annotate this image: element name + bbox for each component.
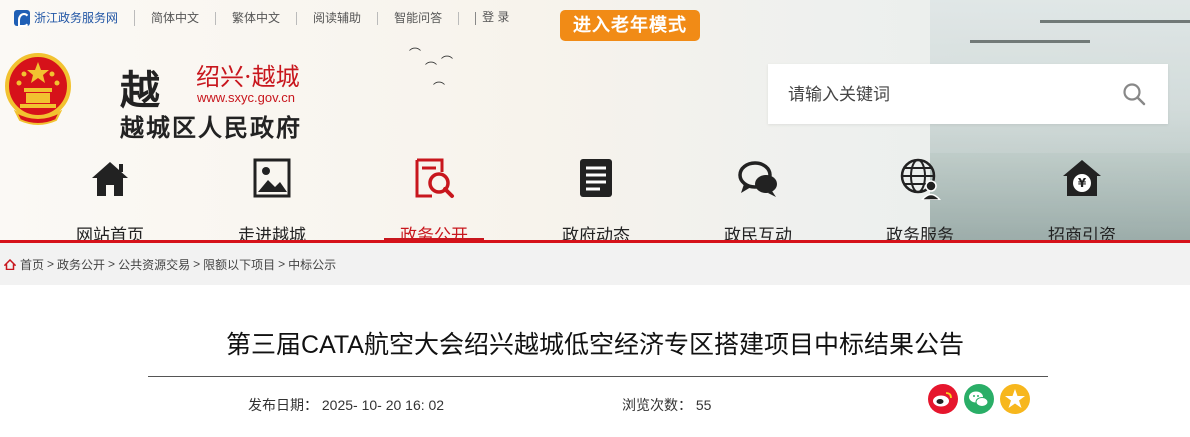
divider	[475, 11, 477, 25]
document-search-icon	[415, 158, 454, 198]
roof-line	[970, 40, 1090, 43]
main-nav: 网站首页 走进越城 政务公开 政府动态 政民互动 政务服务 ¥ 招商引资	[0, 150, 1190, 243]
wechat-icon	[964, 384, 994, 414]
roof-line	[1040, 20, 1190, 23]
views-value: 55	[695, 397, 712, 413]
nav-item-investment[interactable]: ¥ 招商引资	[1022, 150, 1142, 243]
nav-item-home[interactable]: 网站首页	[50, 150, 170, 243]
share-qzone-button[interactable]	[1000, 384, 1030, 414]
zj-link-label: 浙江政务服务网	[34, 10, 119, 25]
logo-title: 绍兴·越城	[196, 63, 300, 91]
globe-user-icon	[900, 158, 942, 201]
government-name: 越城区人民政府	[120, 115, 302, 142]
breadcrumb-home[interactable]: 首页	[20, 256, 44, 273]
title-divider	[148, 376, 1048, 377]
breadcrumb-separator: >	[47, 257, 55, 271]
search-box	[768, 64, 1168, 124]
news-icon	[580, 159, 612, 197]
national-emblem-icon	[5, 53, 71, 125]
share-weibo-button[interactable]	[928, 384, 958, 414]
breadcrumb-separator: >	[278, 257, 286, 271]
chat-icon	[738, 161, 777, 197]
nav-item-open-gov[interactable]: 政务公开	[374, 150, 494, 243]
home-small-icon	[4, 258, 16, 270]
publish-date: 发布日期： 2025- 10- 20 16: 02	[248, 395, 444, 415]
nav-item-news[interactable]: 政府动态	[536, 150, 656, 243]
breadcrumb-separator: >	[193, 257, 201, 271]
date-value: 2025- 10- 20 16: 02	[321, 397, 445, 413]
nav-item-about[interactable]: 走进越城	[212, 150, 332, 243]
zj-service-link[interactable]: 浙江政务服务网	[0, 10, 136, 27]
weibo-icon	[928, 384, 958, 414]
views-label: 浏览次数：	[622, 397, 692, 413]
birds-decoration: ⌒ ⌒ ⌒ ⌒	[409, 47, 454, 95]
login-label: 登 录	[482, 10, 510, 25]
elder-mode-button[interactable]: 进入老年模式	[560, 10, 700, 41]
nav-item-services[interactable]: 政务服务	[860, 150, 980, 243]
home-icon	[92, 162, 128, 196]
simplified-chinese-link[interactable]: 简体中文	[135, 11, 217, 25]
zj-logo-icon	[14, 10, 30, 27]
search-input[interactable]	[788, 82, 1108, 108]
picture-icon	[253, 158, 291, 198]
breadcrumb: 首页 > 政务公开 > 公共资源交易 > 限额以下项目 > 中标公示	[0, 243, 1190, 285]
view-count: 浏览次数： 55	[622, 395, 711, 415]
breadcrumb-open-gov[interactable]: 政务公开	[57, 256, 105, 273]
qzone-icon	[1000, 384, 1030, 414]
logo-url: www.sxyc.gov.cn	[197, 90, 296, 105]
site-header: 浙江政务服务网 简体中文 繁体中文 阅读辅助 智能问答 登 录 进入老年模式 越…	[0, 0, 1190, 243]
smart-qa-link[interactable]: 智能问答	[378, 11, 460, 25]
article-title: 第三届CATA航空大会绍兴越城低空经济专区搭建项目中标结果公告	[226, 331, 964, 359]
svg-text:¥: ¥	[1078, 176, 1087, 190]
date-label: 发布日期：	[248, 397, 318, 413]
breadcrumb-separator: >	[108, 257, 116, 271]
traditional-chinese-link[interactable]: 繁体中文	[216, 11, 298, 25]
breadcrumb-public-trading[interactable]: 公共资源交易	[118, 256, 190, 273]
reading-aid-link[interactable]: 阅读辅助	[297, 11, 379, 25]
share-wechat-button[interactable]	[964, 384, 994, 414]
yen-house-icon: ¥	[1063, 160, 1101, 196]
nav-item-interaction[interactable]: 政民互动	[698, 150, 818, 243]
search-icon[interactable]	[1122, 82, 1146, 106]
breadcrumb-bid-notice[interactable]: 中标公示	[288, 256, 336, 273]
login-link[interactable]: 登 录	[459, 10, 525, 25]
breadcrumb-below-limit[interactable]: 限额以下项目	[203, 256, 275, 273]
